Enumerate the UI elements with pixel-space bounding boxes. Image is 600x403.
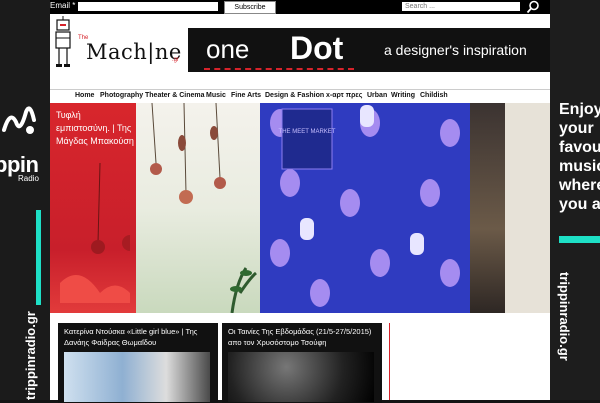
- hero-stand: [505, 103, 550, 313]
- hero-caption[interactable]: Τυφλή εμπιστοσύνη. | Της Μάγδας Μπακούση: [56, 109, 136, 148]
- banner-word-one: one: [206, 34, 250, 64]
- email-field[interactable]: [78, 2, 218, 11]
- accent-bar: [559, 236, 600, 243]
- accent-bar: [36, 210, 41, 305]
- nav-item-urban[interactable]: Urban: [367, 92, 387, 99]
- nav-item-theater-cinema[interactable]: Theater & Cinema: [145, 92, 205, 99]
- article-list: Κατερίνα Ντούσκα «Little girl blue» | Τη…: [50, 313, 550, 403]
- promo-text: Enjoy your favou music where you ar: [559, 100, 600, 214]
- nav-item-childish[interactable]: Childish: [420, 92, 448, 99]
- hero-red-panel: Τυφλή εμπιστοσύνη. | Της Μάγδας Μπακούση: [50, 103, 136, 313]
- nav-item-home[interactable]: Home: [75, 92, 94, 99]
- promo-line: favou: [559, 139, 600, 156]
- article-title[interactable]: Κατερίνα Ντούσκα «Little girl blue» | Τη…: [64, 326, 216, 348]
- top-bar: Email * Subscribe Search ...: [50, 0, 550, 14]
- promo-line: where: [559, 177, 600, 194]
- hero-photo-panel: [470, 103, 550, 313]
- main-nav: Home Photography Theater & Cinema Music …: [50, 89, 550, 104]
- site-logo[interactable]: The Mach|ne .gr: [50, 16, 186, 67]
- promo-line: your: [559, 120, 594, 137]
- banner-tagline: a designer's inspiration: [384, 42, 527, 58]
- nav-item-writing[interactable]: Writing: [391, 92, 415, 99]
- nav-item-fine-arts[interactable]: Fine Arts: [231, 92, 261, 99]
- hero-poster-panel: THE MEET MARKET: [260, 103, 470, 313]
- poster-label: THE MEET MARKET: [279, 129, 336, 135]
- search-input[interactable]: Search ...: [402, 2, 520, 11]
- onedot-banner-ad[interactable]: one Dot a designer's inspiration: [188, 28, 550, 72]
- search-icon[interactable]: [526, 0, 540, 14]
- logo-suffix: .gr: [172, 57, 180, 63]
- vertical-site-label: trippinradio.gr: [557, 272, 572, 361]
- nav-item-photography[interactable]: Photography: [100, 92, 143, 99]
- divider-line: [389, 323, 390, 400]
- robot-icon: [55, 16, 71, 67]
- article-thumbnail[interactable]: [64, 352, 210, 402]
- promo-line: Enjoy: [559, 101, 600, 118]
- article-thumbnail[interactable]: [228, 352, 374, 402]
- hero-plant-panel: [136, 103, 260, 313]
- nav-item-music[interactable]: Music: [206, 92, 226, 99]
- subscribe-button[interactable]: Subscribe: [224, 1, 276, 14]
- hanging-plants-illustration: [150, 103, 257, 313]
- trippin-logo-icon: [2, 106, 36, 134]
- promo-line: you ar: [559, 196, 600, 213]
- hero-slider[interactable]: Τυφλή εμπιστοσύνη. | Της Μάγδας Μπακούση: [50, 103, 550, 313]
- right-ad-panel[interactable]: Enjoy your favou music where you ar trip…: [550, 0, 600, 400]
- site-header: The Mach|ne .gr one Dot a designer's ins…: [50, 14, 550, 90]
- article-title[interactable]: Οι Ταινίες Της Εβδομάδας (21/5-27/5/2015…: [228, 326, 380, 348]
- logo-text: Mach|ne: [86, 40, 182, 64]
- vertical-site-label: trippinradio.gr: [23, 311, 38, 400]
- email-label: Email *: [50, 1, 76, 10]
- promo-line: music: [559, 158, 600, 175]
- left-ad-panel[interactable]: ppin Radio trippinradio.gr: [0, 0, 50, 400]
- banner-decoration: [204, 62, 354, 70]
- brand-sub: Radio: [18, 174, 39, 183]
- article-card[interactable]: Κατερίνα Ντούσκα «Little girl blue» | Τη…: [58, 323, 218, 403]
- flower-illustration: [60, 163, 130, 303]
- article-card[interactable]: Οι Ταινίες Της Εβδομάδας (21/5-27/5/2015…: [222, 323, 382, 403]
- nav-item-x-art-press[interactable]: x-αρτ πρες: [326, 92, 362, 99]
- nav-item-design-fashion[interactable]: Design & Fashion: [265, 92, 324, 99]
- cats-pattern-illustration: THE MEET MARKET: [270, 105, 460, 307]
